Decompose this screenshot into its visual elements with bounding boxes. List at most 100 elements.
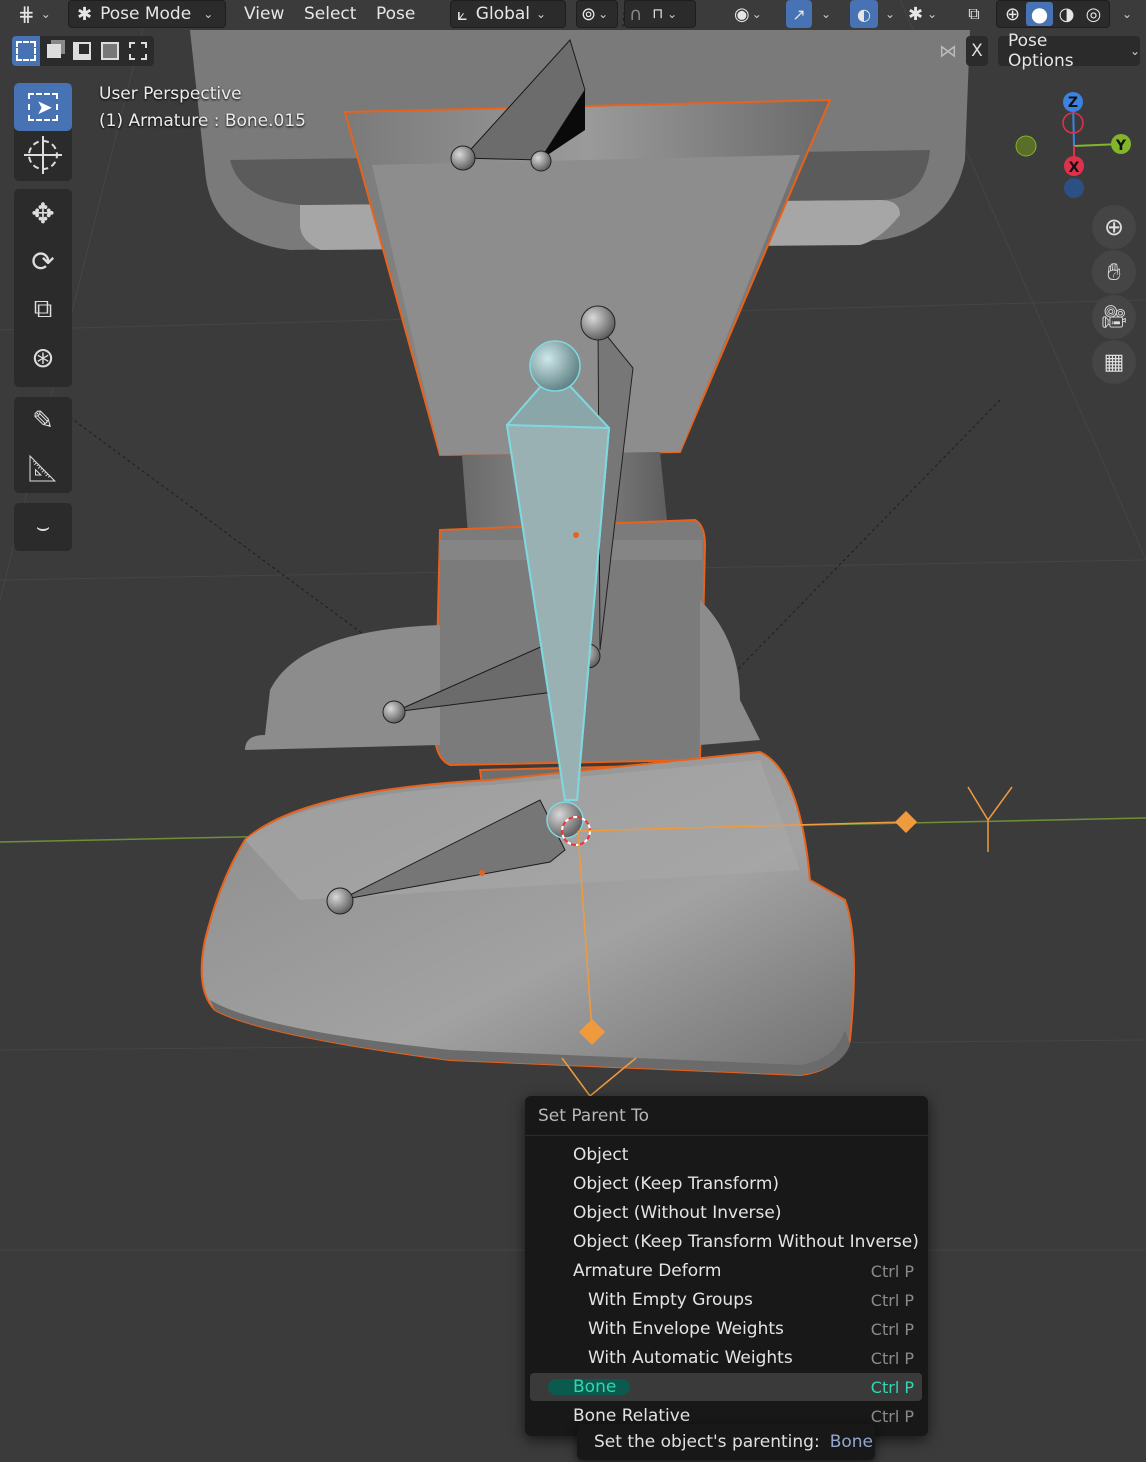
gizmo-toggle[interactable]: ↗ — [786, 0, 812, 28]
gizmo-z-label: Z — [1068, 95, 1078, 111]
xray-toggle[interactable]: ⧉ — [960, 0, 988, 28]
rendered-shading-icon[interactable]: ◎ — [1080, 4, 1107, 25]
toolbar-annotate-group: ✎ 📐︎ — [14, 397, 72, 493]
move-tool[interactable]: ✥ — [14, 189, 72, 237]
menu-divider — [525, 1135, 928, 1136]
rotate-icon: ⟳ — [31, 244, 55, 278]
cursor-icon — [24, 136, 62, 174]
selection-modes — [12, 36, 154, 66]
select-intersect-icon[interactable] — [124, 36, 152, 66]
navigation-gizmo[interactable]: Z Y X — [1000, 88, 1146, 208]
menu-item-object-without-inverse[interactable]: Object (Without Inverse) — [530, 1199, 922, 1227]
overlays-dropdown[interactable]: ⌄ — [878, 0, 902, 28]
menu-item-label: Object (Keep Transform Without Inverse) — [573, 1232, 919, 1252]
menu-item-object[interactable]: Object — [530, 1141, 922, 1169]
rotate-tool[interactable]: ⟳ — [14, 237, 72, 285]
gizmo-dropdown[interactable]: ⌄ — [812, 0, 840, 28]
x-mirror-toggle[interactable]: X — [966, 36, 988, 66]
chevron-down-icon: ⌄ — [1129, 44, 1140, 58]
transform-icon: ⊛ — [31, 340, 55, 374]
material-shading-icon[interactable]: ◑ — [1053, 4, 1080, 25]
pose-options-label: Pose Options — [1008, 31, 1074, 71]
solid-shading-icon[interactable]: ● — [1026, 2, 1053, 26]
object-info: (1) Armature : Bone.015 — [99, 111, 306, 131]
measure-tool[interactable]: 📐︎ — [14, 445, 72, 493]
toolbar-transform-group: ✥ ⟳ ⧉ ⊛ — [14, 189, 72, 387]
zoom-button[interactable]: ⊕ — [1092, 205, 1136, 249]
gizmo-x-label: X — [1069, 160, 1080, 176]
menu-item-with-automatic-weights[interactable]: With Automatic Weights Ctrl P — [530, 1344, 922, 1372]
editor-type-button[interactable]: ⋕ ⌄ — [18, 0, 58, 28]
chevron-down-icon: ⌄ — [203, 7, 214, 21]
menu-item-label: Object (Without Inverse) — [573, 1203, 782, 1223]
orientation-dropdown[interactable]: ⟀ Global ⌄ — [450, 0, 566, 28]
overlays-toggle[interactable]: ◐ — [850, 0, 878, 28]
select-extend-icon[interactable] — [40, 36, 68, 66]
chevron-down-icon: ⌄ — [536, 7, 547, 21]
select-box-tool[interactable]: ➤ — [14, 83, 72, 131]
xray-icon: ⧉ — [968, 4, 980, 23]
select-subtract-icon[interactable] — [68, 36, 96, 66]
hand-icon: ✋︎ — [1107, 258, 1121, 286]
menu-item-label: With Automatic Weights — [588, 1348, 793, 1368]
move-icon: ✥ — [31, 196, 55, 230]
visibility-dropdown[interactable]: ◉ ⌄ — [730, 0, 776, 28]
menu-view[interactable]: View — [244, 0, 284, 28]
chevron-down-icon: ⌄ — [1121, 7, 1133, 21]
pose-options-dropdown[interactable]: Pose Options ⌄ — [998, 31, 1140, 71]
chevron-down-icon: ⌄ — [927, 7, 938, 21]
menu-item-with-envelope-weights[interactable]: With Envelope Weights Ctrl P — [530, 1315, 922, 1343]
orientation-label: Global — [475, 4, 531, 24]
mirror-icon: ⋈ — [939, 40, 957, 62]
gizmo-icon: ↗ — [792, 4, 806, 24]
snap-toggle[interactable]: ∩ ⊓ ⌄ — [624, 0, 696, 28]
menu-item-label: Bone — [573, 1377, 617, 1397]
scale-tool[interactable]: ⧉ — [14, 285, 72, 333]
camera-view-button[interactable]: 🎥︎ — [1092, 295, 1136, 339]
cursor-tool[interactable] — [14, 131, 72, 179]
select-invert-icon[interactable] — [96, 36, 124, 66]
mode-dropdown[interactable]: ✱ Pose Mode ⌄ — [68, 0, 226, 28]
chevron-down-icon: ⌄ — [820, 7, 832, 21]
menu-item-label: With Envelope Weights — [588, 1319, 784, 1339]
bone-overlay-icon: ✱ — [908, 3, 924, 25]
camera-icon: 🎥︎ — [1100, 304, 1128, 330]
menu-item-armature-deform[interactable]: Armature Deform Ctrl P — [530, 1257, 922, 1285]
chevron-down-icon: ⌄ — [598, 7, 609, 21]
snap-increment-icon: ⊓ — [652, 6, 664, 22]
perspective-toggle-button[interactable]: ▦ — [1092, 340, 1136, 384]
bone-envelope-tool[interactable]: ⌣ — [14, 503, 72, 551]
annotate-tool[interactable]: ✎ — [14, 397, 72, 445]
menu-item-shortcut: Ctrl P — [870, 1290, 914, 1310]
menu-item-object-keep-transform-without-inverse[interactable]: Object (Keep Transform Without Inverse) — [530, 1228, 922, 1256]
menu-pose[interactable]: Pose — [376, 0, 415, 28]
ruler-icon: 📐︎ — [26, 454, 60, 484]
select-new-icon[interactable] — [12, 36, 40, 66]
chevron-down-icon: ⌄ — [667, 7, 678, 21]
menu-select[interactable]: Select — [304, 0, 356, 28]
pivot-dropdown[interactable]: ⊚ ⌄ — [576, 0, 618, 28]
menu-item-shortcut: Ctrl P — [870, 1406, 914, 1426]
transform-tool[interactable]: ⊛ — [14, 333, 72, 381]
menu-item-with-empty-groups[interactable]: With Empty Groups Ctrl P — [530, 1286, 922, 1314]
eye-icon: ◉ — [734, 3, 750, 25]
magnet-icon: ∩ — [629, 3, 643, 25]
pencil-icon: ✎ — [32, 406, 54, 436]
menu-item-label: Armature Deform — [573, 1261, 722, 1281]
menu-item-object-keep-transform[interactable]: Object (Keep Transform) — [530, 1170, 922, 1198]
select-box-icon: ➤ — [28, 93, 58, 121]
gizmo-y-label: Y — [1115, 138, 1127, 154]
scale-icon: ⧉ — [33, 293, 53, 324]
mode-label: Pose Mode — [100, 4, 192, 24]
bone-overlay-dropdown[interactable]: ✱ ⌄ — [904, 0, 952, 28]
menu-item-shortcut: Ctrl P — [870, 1377, 914, 1397]
viewport-header: ⋕ ⌄ ✱ Pose Mode ⌄ View Select Pose ⟀ Glob… — [0, 0, 1146, 28]
shading-dropdown[interactable]: ⌄ — [1112, 0, 1142, 28]
pan-button[interactable]: ✋︎ — [1092, 250, 1136, 294]
view-name: User Perspective — [99, 84, 242, 104]
menu-item-bone[interactable]: Bone Ctrl P — [530, 1373, 922, 1401]
wireframe-shading-icon[interactable]: ⊕ — [999, 4, 1026, 25]
menu-item-label: Object — [573, 1145, 629, 1165]
pose-mode-icon: ✱ — [77, 3, 93, 25]
menu-item-shortcut: Ctrl P — [870, 1261, 914, 1281]
